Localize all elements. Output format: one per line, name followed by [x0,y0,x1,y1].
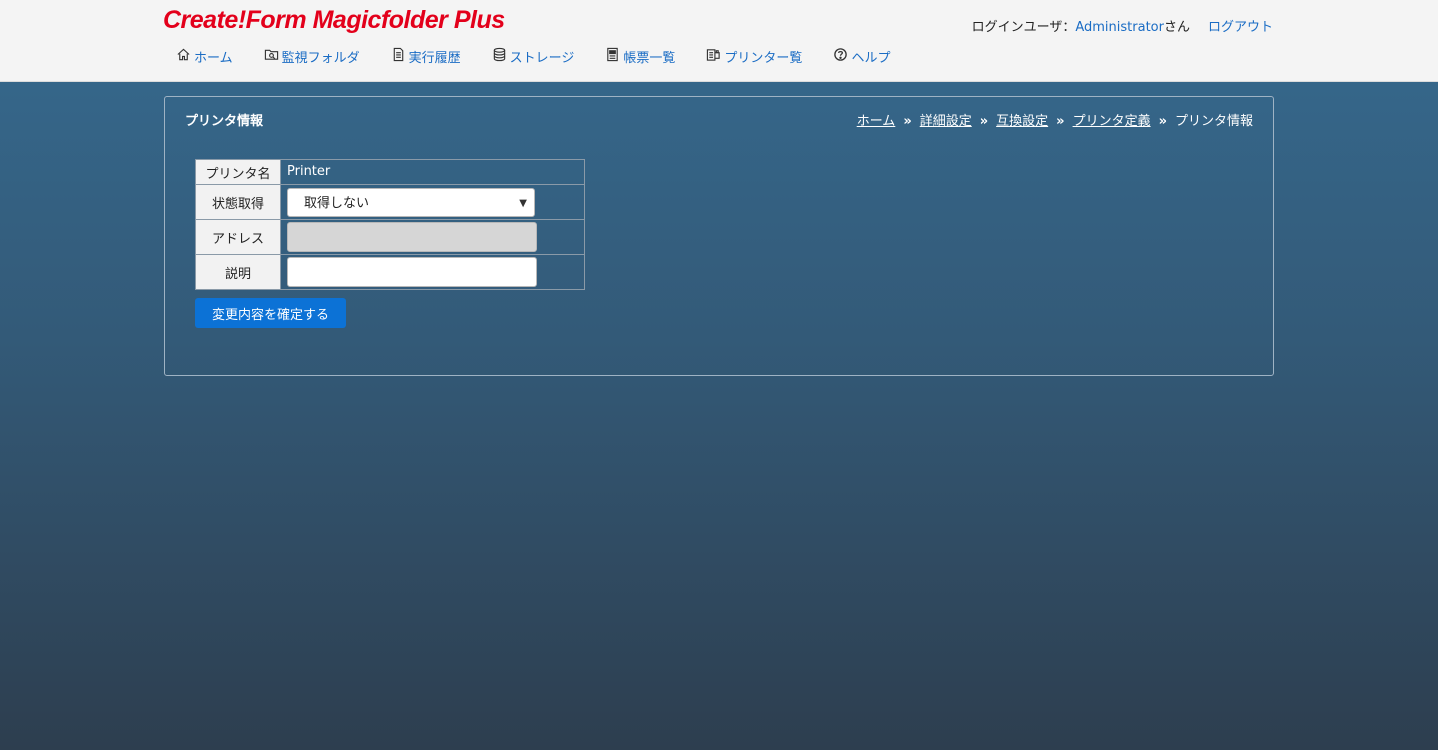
main-nav: ホーム 監視フォルダ 実行履歴 ストレージ 帳票一覧 プリンター覧 ヘルプ [176,47,921,66]
printer-name-label: プリンタ名 [195,159,281,185]
breadcrumb-current: プリンタ情報 [1174,114,1253,129]
breadcrumb-separator: » [1056,114,1065,129]
nav-item-forms[interactable]: 帳票一覧 [605,47,675,66]
form-row-printer-name: プリンタ名 Printer [195,159,585,185]
nav-item-storage[interactable]: ストレージ [492,47,575,66]
confirm-changes-button[interactable]: 変更内容を確定する [195,298,346,328]
login-user-label: ログインユーザ： [971,20,1076,35]
help-icon [833,47,851,66]
breadcrumb-compat-settings[interactable]: 互換設定 [996,114,1048,129]
app-logo[interactable]: Create!Form Magicfolder Plus [163,6,505,35]
printer-name-value: Printer [287,164,331,179]
folder-search-icon [264,47,282,66]
status-label: 状態取得 [195,184,281,220]
form-row-description: 説明 [195,254,585,290]
description-label: 説明 [195,254,281,290]
status-select[interactable]: 取得しない ▼ [287,187,535,217]
breadcrumb: ホーム » 詳細設定 » 互換設定 » プリンタ定義 » プリンタ情報 [857,110,1253,129]
address-label: アドレス [195,219,281,255]
nav-label: 監視フォルダ [281,51,360,66]
document-icon [391,47,409,66]
nav-item-watch-folder[interactable]: 監視フォルダ [264,47,360,66]
breadcrumb-advanced-settings[interactable]: 詳細設定 [920,114,972,129]
nav-label: ホーム [194,51,233,66]
database-icon [492,47,510,66]
home-icon [176,47,194,66]
user-suffix: さん [1163,20,1190,35]
dropdown-arrow-icon: ▼ [519,197,527,209]
page-title: プリンタ情報 [185,114,264,129]
user-name: Administrator [1075,20,1164,35]
nav-label: ストレージ [509,51,575,66]
logout-link[interactable]: ログアウト [1208,20,1273,35]
breadcrumb-separator: » [979,114,989,129]
nav-item-history[interactable]: 実行履歴 [391,47,461,66]
nav-label: プリンター覧 [724,51,803,66]
nav-label: 実行履歴 [408,51,461,66]
printer-form: プリンタ名 Printer 状態取得 取得しない ▼ アドレス 説明 [195,159,585,290]
address-field[interactable] [287,222,537,252]
nav-item-home[interactable]: ホーム [176,47,233,66]
app-header: Create!Form Magicfolder Plus ログインユーザ：Adm… [0,0,1438,82]
description-field[interactable] [287,257,537,287]
nav-item-help[interactable]: ヘルプ [833,47,890,66]
status-select-value: 取得しない [304,195,370,211]
nav-item-printers[interactable]: プリンター覧 [706,47,802,66]
form-row-status: 状態取得 取得しない ▼ [195,184,585,220]
nav-label: ヘルプ [851,51,891,66]
breadcrumb-printer-definition[interactable]: プリンタ定義 [1073,114,1151,129]
nav-label: 帳票一覧 [623,51,676,66]
printer-info-panel: プリンタ情報 ホーム » 詳細設定 » 互換設定 » プリンタ定義 » プリンタ情報 プリンタ名… [164,96,1274,376]
printer-list-icon [706,47,724,66]
breadcrumb-separator: » [903,114,912,129]
form-list-icon [605,47,623,66]
form-row-address: アドレス [195,219,585,255]
breadcrumb-home[interactable]: ホーム [857,114,896,129]
user-bar: ログインユーザ：Administratorさん ログアウト [972,16,1273,35]
breadcrumb-separator: » [1158,114,1167,129]
